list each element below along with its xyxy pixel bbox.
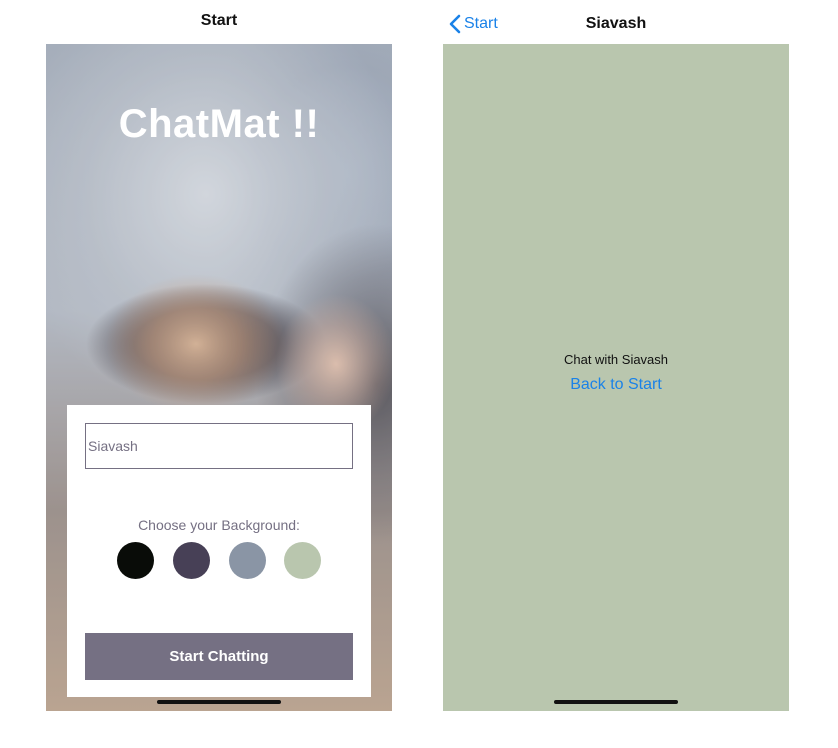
color-swatch-blue-gray[interactable] [229,542,266,579]
home-indicator [554,700,678,704]
back-to-start-link[interactable]: Back to Start [443,376,789,394]
chat-nav-bar: Start Siavash [443,0,789,44]
color-swatch-purple-gray[interactable] [173,542,210,579]
start-form-card: Choose your Background: Start Chatting [67,405,371,697]
color-swatch-black[interactable] [117,542,154,579]
chat-screen: Chat with Siavash Back to Start [443,44,789,711]
color-swatch-sage-green[interactable] [284,542,321,579]
name-input[interactable] [85,423,353,469]
home-indicator [157,700,281,704]
canvas: Start ChatMat !! Choose your Background:… [0,0,838,748]
start-screen: ChatMat !! Choose your Background: Start… [46,44,392,711]
start-nav-title: Start [200,12,238,29]
chat-nav-title: Siavash [585,15,647,32]
start-chatting-button[interactable]: Start Chatting [85,633,353,680]
chat-label: Chat with Siavash [563,352,669,367]
color-swatches [117,542,327,580]
app-title: ChatMat !! [118,102,320,146]
background-label: Choose your Background: [138,517,300,533]
